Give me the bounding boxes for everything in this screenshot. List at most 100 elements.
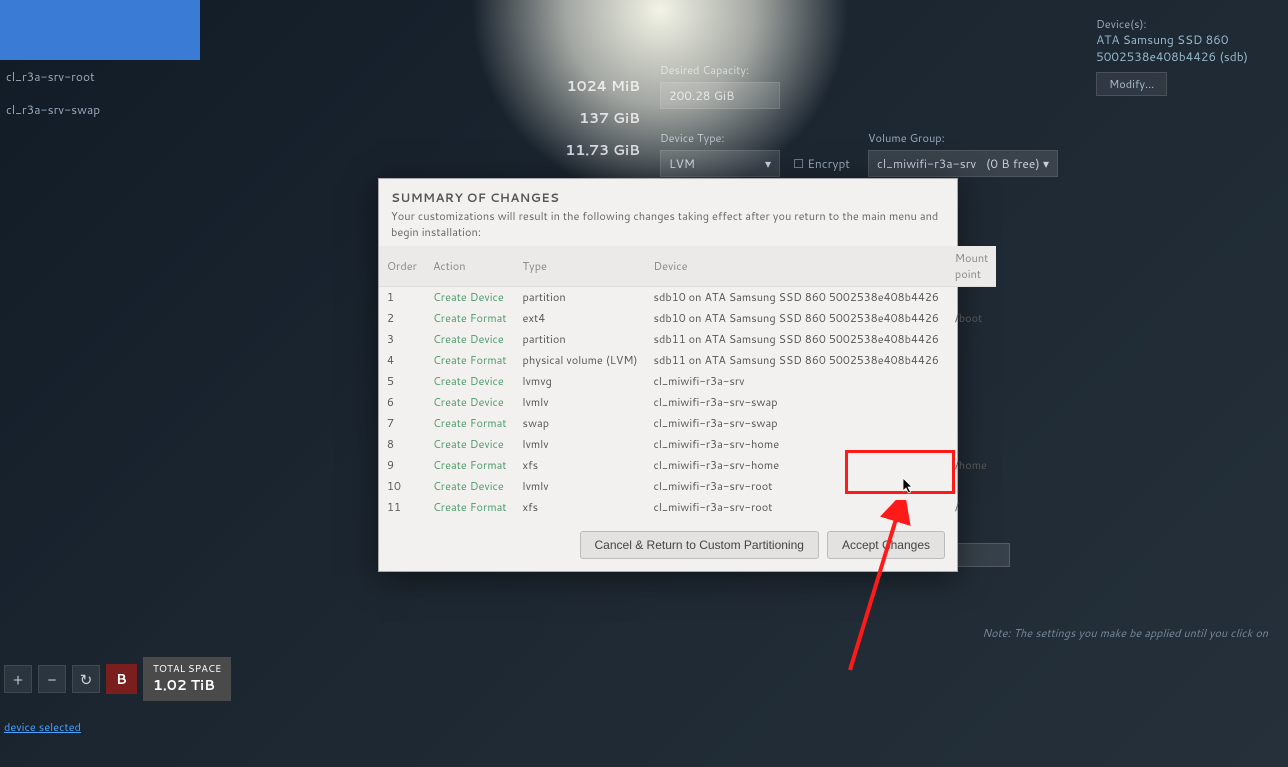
settings-note: Note: The settings you make be applied u… — [982, 625, 1268, 641]
table-row[interactable]: 10Create Devicelvmlvcl_miwifi-r3a-srv-ro… — [379, 476, 996, 497]
modify-button[interactable]: Modify... — [1096, 72, 1167, 96]
cell-type: partition — [515, 329, 646, 350]
cell-action: Create Format — [425, 413, 515, 434]
device-model: ATA Samsung SSD 860 — [1096, 32, 1248, 49]
device-type-label: Device Type: — [660, 130, 850, 146]
dialog-subtitle: Your customizations will result in the f… — [379, 208, 957, 246]
cell-order: 5 — [379, 371, 425, 392]
cell-order: 11 — [379, 497, 425, 518]
cell-action: Create Format — [425, 350, 515, 371]
desired-capacity-input[interactable]: 200.28 GiB — [660, 82, 780, 109]
cell-device: sdb11 on ATA Samsung SSD 860 5002538e408… — [646, 350, 947, 371]
available-space-badge: B — [106, 664, 137, 694]
cell-device: cl_miwifi-r3a-srv-root — [646, 476, 947, 497]
cell-mount — [947, 350, 996, 371]
col-action[interactable]: Action — [425, 246, 515, 287]
add-button[interactable]: + — [4, 665, 32, 693]
cell-mount: /home — [947, 455, 996, 476]
size-value: 11.73 GiB — [540, 134, 640, 166]
col-type[interactable]: Type — [515, 246, 646, 287]
col-order[interactable]: Order — [379, 246, 425, 287]
cell-order: 8 — [379, 434, 425, 455]
cell-type: lvmlv — [515, 392, 646, 413]
cell-device: cl_miwifi-r3a-srv-swap — [646, 392, 947, 413]
cell-action: Create Device — [425, 392, 515, 413]
cell-mount: / — [947, 497, 996, 518]
partition-sidebar: cl_r3a-srv-root cl_r3a-srv-swap — [0, 0, 200, 640]
cell-type: lvmlv — [515, 476, 646, 497]
cell-action: Create Device — [425, 287, 515, 309]
refresh-button[interactable]: ↻ — [72, 665, 100, 693]
cell-mount — [947, 287, 996, 309]
cell-action: Create Format — [425, 497, 515, 518]
size-value: 1024 MiB — [540, 70, 640, 102]
cell-device: cl_miwifi-r3a-srv-home — [646, 455, 947, 476]
device-id: 5002538e408b4426 (sdb) — [1096, 49, 1248, 66]
table-row[interactable]: 9Create Formatxfscl_miwifi-r3a-srv-home/… — [379, 455, 996, 476]
devices-label: Device(s): — [1096, 16, 1248, 32]
cell-order: 6 — [379, 392, 425, 413]
col-mount[interactable]: Mount point — [947, 246, 996, 287]
cell-device: sdb10 on ATA Samsung SSD 860 5002538e408… — [646, 308, 947, 329]
cell-type: xfs — [515, 497, 646, 518]
cell-device: cl_miwifi-r3a-srv-home — [646, 434, 947, 455]
table-row[interactable]: 7Create Formatswapcl_miwifi-r3a-srv-swap — [379, 413, 996, 434]
encrypt-checkbox[interactable]: ☐ Encrypt — [793, 155, 850, 172]
cell-device: cl_miwifi-r3a-srv-swap — [646, 413, 947, 434]
sidebar-item[interactable]: cl_r3a-srv-swap — [0, 93, 200, 126]
table-row[interactable]: 3Create Devicepartitionsdb11 on ATA Sams… — [379, 329, 996, 350]
cell-type: lvmvg — [515, 371, 646, 392]
size-value: 137 GiB — [540, 102, 640, 134]
cell-type: swap — [515, 413, 646, 434]
table-row[interactable]: 1Create Devicepartitionsdb10 on ATA Sams… — [379, 287, 996, 309]
summary-of-changes-dialog: SUMMARY OF CHANGES Your customizations w… — [378, 178, 958, 572]
partition-sizes: 1024 MiB 137 GiB 11.73 GiB — [540, 70, 640, 166]
cancel-button[interactable]: Cancel & Return to Custom Partitioning — [580, 531, 819, 559]
cell-order: 1 — [379, 287, 425, 309]
sidebar-item[interactable]: cl_r3a-srv-root — [0, 60, 200, 93]
changes-table: Order Action Type Device Mount point 1Cr… — [379, 246, 996, 519]
storage-devices-link[interactable]: device selected — [4, 719, 81, 735]
cell-action: Create Format — [425, 308, 515, 329]
total-space-badge: TOTAL SPACE 1.02 TiB — [143, 657, 231, 700]
cell-order: 3 — [379, 329, 425, 350]
cell-action: Create Device — [425, 371, 515, 392]
cell-order: 10 — [379, 476, 425, 497]
cell-order: 4 — [379, 350, 425, 371]
cell-order: 7 — [379, 413, 425, 434]
remove-button[interactable]: − — [38, 665, 66, 693]
desired-capacity-label: Desired Capacity: — [660, 62, 780, 78]
volume-group-select[interactable]: cl_miwifi-r3a-srv (0 B free) ▾ — [868, 150, 1058, 177]
table-row[interactable]: 8Create Devicelvmlvcl_miwifi-r3a-srv-hom… — [379, 434, 996, 455]
chevron-down-icon: ▾ — [765, 155, 771, 172]
dialog-title: SUMMARY OF CHANGES — [379, 179, 957, 208]
table-row[interactable]: 5Create Devicelvmvgcl_miwifi-r3a-srv — [379, 371, 996, 392]
table-row[interactable]: 6Create Devicelvmlvcl_miwifi-r3a-srv-swa… — [379, 392, 996, 413]
cell-type: lvmlv — [515, 434, 646, 455]
cell-type: ext4 — [515, 308, 646, 329]
sidebar-selected[interactable] — [0, 0, 200, 60]
cell-device: cl_miwifi-r3a-srv — [646, 371, 947, 392]
accept-changes-button[interactable]: Accept Changes — [827, 531, 945, 559]
cell-mount — [947, 329, 996, 350]
cell-device: sdb10 on ATA Samsung SSD 860 5002538e408… — [646, 287, 947, 309]
cell-device: cl_miwifi-r3a-srv-root — [646, 497, 947, 518]
col-device[interactable]: Device — [646, 246, 947, 287]
cell-mount — [947, 392, 996, 413]
cell-action: Create Format — [425, 455, 515, 476]
cell-type: partition — [515, 287, 646, 309]
bottom-toolbar: + − ↻ B TOTAL SPACE 1.02 TiB — [0, 651, 235, 707]
cell-action: Create Device — [425, 434, 515, 455]
cell-mount — [947, 476, 996, 497]
table-row[interactable]: 4Create Formatphysical volume (LVM)sdb11… — [379, 350, 996, 371]
cell-order: 9 — [379, 455, 425, 476]
cell-mount — [947, 371, 996, 392]
cell-device: sdb11 on ATA Samsung SSD 860 5002538e408… — [646, 329, 947, 350]
cell-order: 2 — [379, 308, 425, 329]
table-row[interactable]: 2Create Formatext4sdb10 on ATA Samsung S… — [379, 308, 996, 329]
cell-action: Create Device — [425, 476, 515, 497]
cell-type: xfs — [515, 455, 646, 476]
table-row[interactable]: 11Create Formatxfscl_miwifi-r3a-srv-root… — [379, 497, 996, 518]
cell-mount: /boot — [947, 308, 996, 329]
cell-action: Create Device — [425, 329, 515, 350]
